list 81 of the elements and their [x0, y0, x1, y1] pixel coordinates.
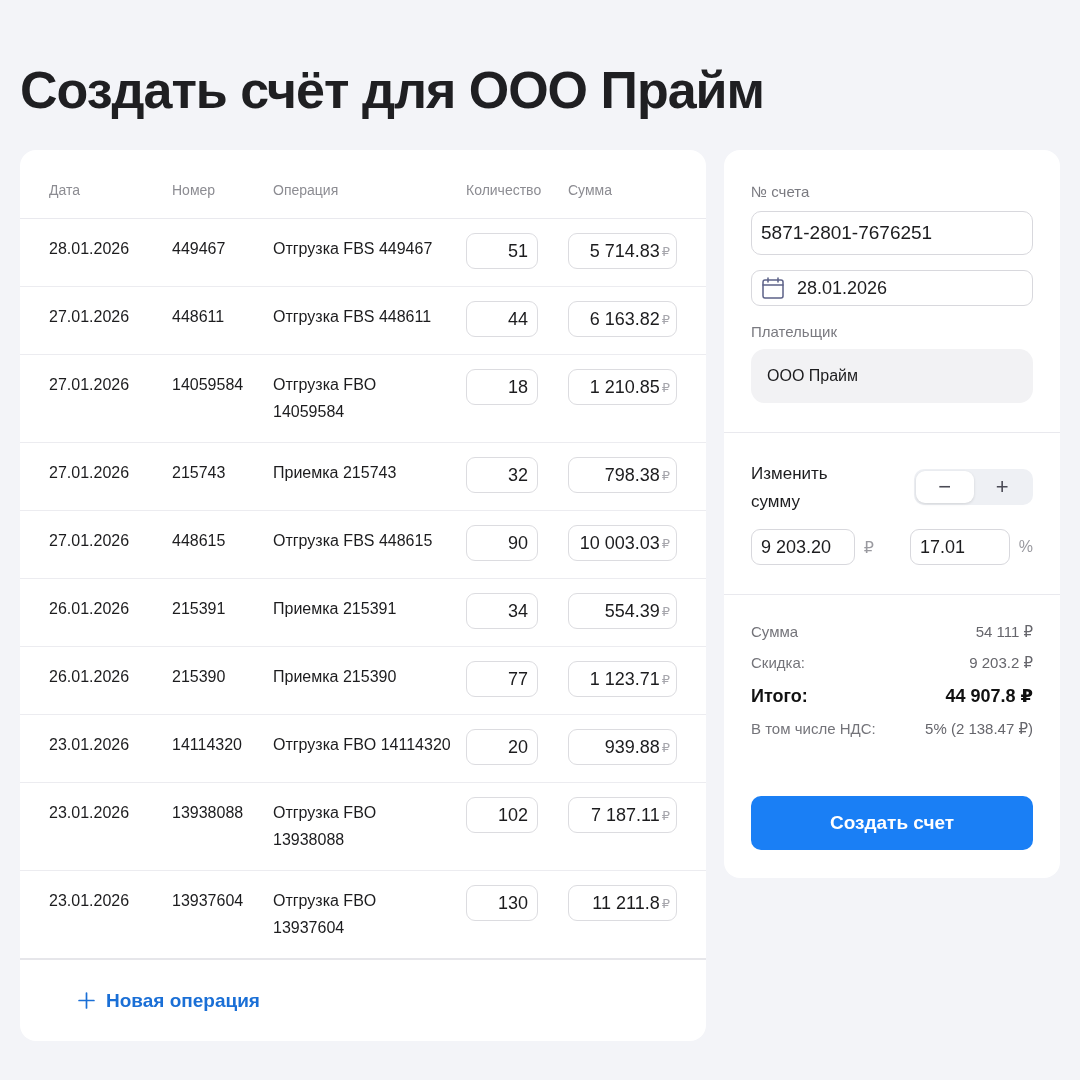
amount-field[interactable]: 939.88₽ — [568, 729, 677, 765]
order-number-link[interactable]: 215391 — [172, 593, 226, 622]
order-number-link[interactable]: 215743 — [172, 457, 226, 486]
segmented-option[interactable]: − — [916, 471, 974, 503]
calendar-icon — [762, 277, 784, 299]
order-number-link[interactable]: 13937604 — [172, 885, 244, 914]
amount-field[interactable]: 11 211.8₽ — [568, 885, 677, 921]
total-value: 44 907.8 ₽ — [945, 685, 1033, 708]
quantity-field[interactable]: 102 — [466, 797, 538, 833]
summary-label: В том числе НДС: — [751, 719, 876, 739]
amount-field[interactable]: 10 003.03₽ — [568, 525, 677, 561]
amount-field[interactable]: 6 163.82₽ — [568, 301, 677, 337]
order-number-link[interactable]: 14059584 — [172, 369, 244, 398]
column-header: Номер — [172, 181, 216, 200]
operation-cell-text: Отгрузка FBO 14059584 — [273, 375, 378, 422]
operation-cell-text: Отгрузка FBO 13937604 — [273, 891, 378, 938]
date-cell-text: 23.01.2026 — [49, 735, 130, 755]
column-header: Дата — [49, 181, 80, 200]
date-cell-text: 23.01.2026 — [49, 891, 130, 911]
field-label: Плательщик — [751, 322, 837, 342]
operation-cell-text: Отгрузка FBS 448611 — [273, 307, 432, 327]
quantity-field[interactable]: 90 — [466, 525, 538, 561]
summary-value: 5% (2 138.47 ₽) — [925, 719, 1033, 739]
operation-cell-text: Отгрузка FBS 448615 — [273, 531, 433, 551]
amount-field[interactable]: 1 210.85₽ — [568, 369, 677, 405]
date-field[interactable]: 28.01.2026 — [751, 270, 1033, 306]
order-number-link[interactable]: 448611 — [172, 301, 225, 330]
date-cell-text: 27.01.2026 — [49, 375, 130, 395]
order-number-link[interactable]: 449467 — [172, 233, 226, 262]
date-cell-text: 28.01.2026 — [49, 239, 130, 259]
operation-cell-text: Отгрузка FBS 449467 — [273, 239, 433, 259]
field-label: № счета — [751, 182, 810, 202]
discount-percent-field[interactable]: 17.01 — [910, 529, 1010, 565]
unit-label: ₽ — [863, 537, 874, 557]
quantity-field[interactable]: 130 — [466, 885, 538, 921]
quantity-field[interactable]: 20 — [466, 729, 538, 765]
page-title: Создать счёт для ООО Прайм — [20, 60, 764, 121]
order-number-link[interactable]: 448615 — [172, 525, 226, 554]
date-cell-text: 27.01.2026 — [49, 307, 130, 327]
quantity-field[interactable]: 44 — [466, 301, 538, 337]
summary-label: Сумма — [751, 622, 799, 642]
new-operation-button[interactable]: Новая операция — [78, 989, 260, 1012]
quantity-field[interactable]: 51 — [466, 233, 538, 269]
invoice-number-field[interactable]: 5871-2801-7676251 — [751, 211, 1033, 255]
amount-field[interactable]: 5 714.83₽ — [568, 233, 677, 269]
amount-field[interactable]: 7 187.11₽ — [568, 797, 677, 833]
amount-field[interactable]: 554.39₽ — [568, 593, 677, 629]
date-cell-text: 26.01.2026 — [49, 599, 130, 619]
segmented-control[interactable]: − + — [914, 469, 1033, 505]
adjust-label: Изменить сумму — [751, 463, 829, 513]
amount-field[interactable]: 798.38₽ — [568, 457, 677, 493]
unit-label: % — [1018, 538, 1033, 556]
summary-label: Скидка: — [751, 653, 805, 673]
order-number-link[interactable]: 215390 — [172, 661, 226, 690]
plus-icon — [78, 992, 95, 1009]
quantity-field[interactable]: 32 — [466, 457, 538, 493]
quantity-field[interactable]: 34 — [466, 593, 538, 629]
order-number-link[interactable]: 13938088 — [172, 797, 244, 826]
date-cell-text: 26.01.2026 — [49, 667, 130, 687]
column-header: Сумма — [568, 181, 612, 200]
quantity-field[interactable]: 18 — [466, 369, 538, 405]
summary-value: 9 203.2 ₽ — [969, 653, 1033, 673]
operation-cell-text: Отгрузка FBO 13938088 — [273, 803, 378, 850]
quantity-field[interactable]: 77 — [466, 661, 538, 697]
discount-amount-field[interactable]: 9 203.20 — [751, 529, 855, 565]
date-cell-text: 27.01.2026 — [49, 531, 130, 551]
operation-cell-text: Приемка 215743 — [273, 463, 397, 483]
summary-value: 54 111 ₽ — [975, 622, 1033, 642]
column-header: Количество — [466, 181, 542, 200]
date-cell-text: 23.01.2026 — [49, 803, 130, 823]
amount-field[interactable]: 1 123.71₽ — [568, 661, 677, 697]
order-number-link[interactable]: 14114320 — [172, 729, 242, 758]
payer-field[interactable]: ООО Прайм — [751, 349, 1033, 403]
operation-cell-text: Приемка 215391 — [273, 599, 397, 619]
operation-cell-text: Отгрузка FBO 14114320 — [273, 735, 451, 755]
segmented-option[interactable]: + — [973, 471, 1031, 503]
total-label: Итого: — [751, 685, 808, 708]
column-header: Операция — [273, 181, 339, 200]
operation-cell-text: Приемка 215390 — [273, 667, 397, 687]
create-invoice-button[interactable]: Создать счет — [751, 796, 1033, 850]
date-cell-text: 27.01.2026 — [49, 463, 130, 483]
